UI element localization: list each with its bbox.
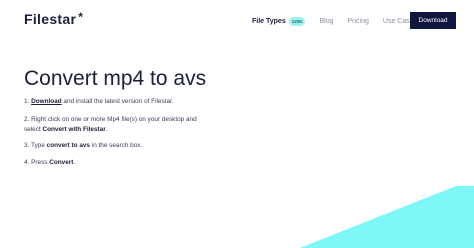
decorative-triangle [300,186,474,248]
cyan-triangle-shape [300,186,474,248]
page: Filestar * File Types 120K Blog Pricing U… [0,0,474,248]
